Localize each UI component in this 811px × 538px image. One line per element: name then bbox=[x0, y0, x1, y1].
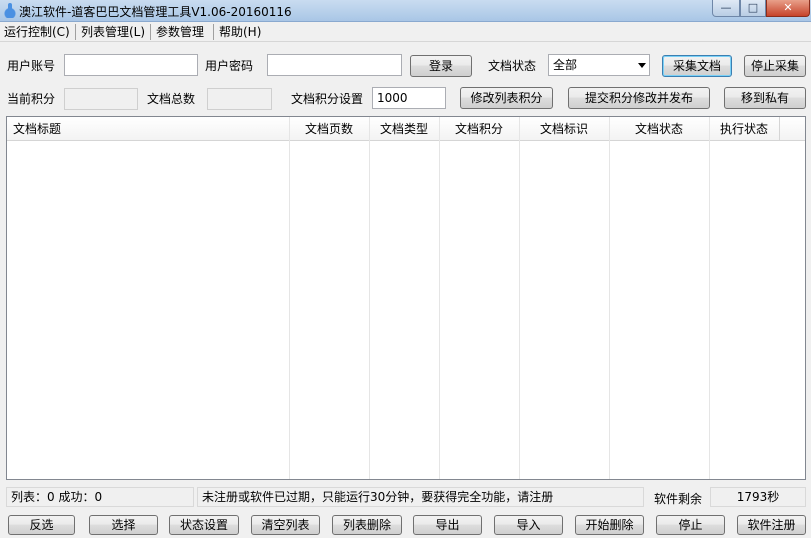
password-input[interactable] bbox=[267, 54, 402, 76]
move-to-private-button[interactable]: 移到私有 bbox=[724, 87, 806, 109]
chevron-down-icon bbox=[638, 63, 646, 68]
start-delete-button[interactable]: 开始删除 bbox=[575, 515, 644, 535]
status-setting-button[interactable]: 状态设置 bbox=[169, 515, 239, 535]
register-button[interactable]: 软件注册 bbox=[737, 515, 806, 535]
menu-list-management[interactable]: 列表管理(L) bbox=[79, 24, 147, 40]
collect-docs-button[interactable]: 采集文档 bbox=[662, 55, 732, 77]
menu-separator bbox=[75, 24, 76, 40]
export-button[interactable]: 导出 bbox=[413, 515, 482, 535]
minimize-button[interactable]: — bbox=[712, 0, 740, 17]
import-button[interactable]: 导入 bbox=[494, 515, 563, 535]
column-divider bbox=[519, 117, 520, 479]
column-divider bbox=[609, 117, 610, 479]
invert-selection-button[interactable]: 反选 bbox=[8, 515, 75, 535]
points-setting-input[interactable]: 1000 bbox=[372, 87, 446, 109]
menu-separator bbox=[213, 24, 214, 40]
doc-status-value: 全部 bbox=[553, 58, 578, 72]
modify-list-points-button[interactable]: 修改列表积分 bbox=[460, 87, 553, 109]
login-button[interactable]: 登录 bbox=[410, 55, 472, 77]
doc-status-select[interactable]: 全部 bbox=[548, 54, 650, 76]
remaining-label: 软件剩余 bbox=[654, 492, 703, 506]
stop-collect-button[interactable]: 停止采集 bbox=[744, 55, 806, 77]
menu-run-control[interactable]: 运行控制(C) bbox=[2, 24, 72, 40]
column-divider bbox=[369, 117, 370, 479]
remaining-time: 1793秒 bbox=[710, 487, 806, 507]
menu-help[interactable]: 帮助(H) bbox=[217, 24, 263, 40]
close-button[interactable]: ✕ bbox=[766, 0, 810, 17]
stop-button[interactable]: 停止 bbox=[656, 515, 725, 535]
app-icon bbox=[3, 3, 17, 18]
col-header-type[interactable]: 文档类型 bbox=[369, 117, 439, 141]
col-header-status[interactable]: 文档状态 bbox=[609, 117, 709, 141]
doc-status-label: 文档状态 bbox=[488, 59, 537, 73]
current-points-field bbox=[64, 88, 138, 110]
col-header-pages[interactable]: 文档页数 bbox=[289, 117, 369, 141]
current-points-label: 当前积分 bbox=[7, 92, 56, 106]
menu-separator bbox=[150, 24, 151, 40]
maximize-button[interactable]: □ bbox=[740, 0, 766, 17]
doc-total-field bbox=[207, 88, 272, 110]
doc-total-label: 文档总数 bbox=[147, 92, 196, 106]
registration-message: 未注册或软件已过期，只能运行30分钟，要获得完全功能，请注册 bbox=[197, 487, 644, 507]
menu-param-management[interactable]: 参数管理 bbox=[154, 24, 206, 40]
col-header-exec-status[interactable]: 执行状态 bbox=[709, 117, 779, 141]
column-divider bbox=[439, 117, 440, 479]
column-divider bbox=[779, 117, 780, 141]
clear-list-button[interactable]: 清空列表 bbox=[251, 515, 320, 535]
document-table[interactable]: 文档标题 文档页数 文档类型 文档积分 文档标识 文档状态 执行状态 bbox=[6, 116, 806, 480]
points-setting-label: 文档积分设置 bbox=[291, 92, 364, 106]
account-input[interactable] bbox=[64, 54, 198, 76]
select-button[interactable]: 选择 bbox=[89, 515, 158, 535]
col-header-id[interactable]: 文档标识 bbox=[519, 117, 609, 141]
account-label: 用户账号 bbox=[7, 59, 56, 73]
column-divider bbox=[709, 117, 710, 479]
column-divider bbox=[289, 117, 290, 479]
list-count-status: 列表：0 成功：0 bbox=[6, 487, 194, 507]
submit-points-publish-button[interactable]: 提交积分修改并发布 bbox=[568, 87, 710, 109]
col-header-title[interactable]: 文档标题 bbox=[7, 117, 289, 141]
window-title: 澳江软件-道客巴巴文档管理工具V1.06-20160116 bbox=[19, 5, 292, 19]
col-header-points[interactable]: 文档积分 bbox=[439, 117, 519, 141]
list-delete-button[interactable]: 列表删除 bbox=[332, 515, 402, 535]
password-label: 用户密码 bbox=[205, 59, 254, 73]
